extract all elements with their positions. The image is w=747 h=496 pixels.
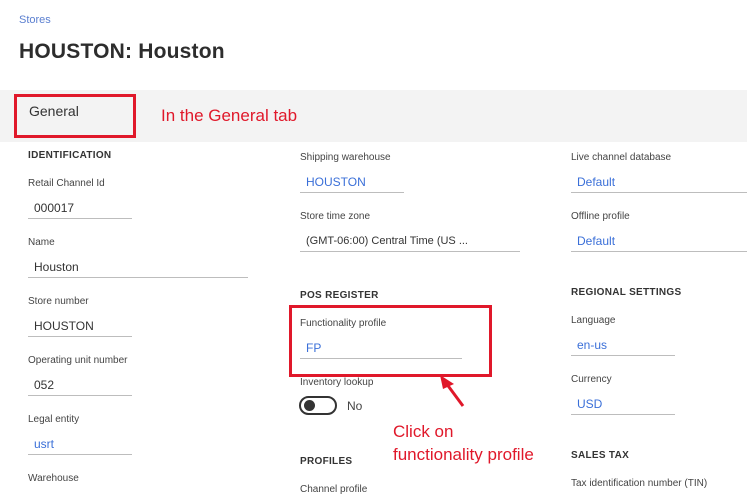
currency-field[interactable]: USD xyxy=(571,393,675,415)
regional-settings-heading: REGIONAL SETTINGS xyxy=(571,287,682,298)
live-channel-database-label: Live channel database xyxy=(571,152,672,163)
annotation-click-line1: Click on xyxy=(393,422,454,441)
annotation-click-line2: functionality profile xyxy=(393,445,534,464)
offline-profile-label: Offline profile xyxy=(571,211,630,222)
annotation-general-tab: In the General tab xyxy=(161,106,298,125)
currency-label: Currency xyxy=(571,374,612,385)
annotation-arrow-icon xyxy=(440,375,465,407)
retail-channel-id-field[interactable]: 000017 xyxy=(28,197,132,219)
live-channel-database-value: Default xyxy=(577,175,616,189)
profiles-heading: PROFILES xyxy=(300,456,353,467)
name-field[interactable]: Houston xyxy=(28,256,248,278)
tax-identification-number-label: Tax identification number (TIN) xyxy=(571,478,708,489)
breadcrumb-stores[interactable]: Stores xyxy=(19,14,51,26)
store-time-zone-label: Store time zone xyxy=(300,211,371,222)
store-number-field[interactable]: HOUSTON xyxy=(28,315,132,337)
shipping-warehouse-label: Shipping warehouse xyxy=(300,152,391,163)
offline-profile-value: Default xyxy=(577,234,616,248)
toggle-knob xyxy=(304,400,315,411)
operating-unit-number-label: Operating unit number xyxy=(28,355,128,366)
legal-entity-label: Legal entity xyxy=(28,414,80,425)
page-title: HOUSTON: Houston xyxy=(19,40,225,63)
store-time-zone-field[interactable]: (GMT-06:00) Central Time (US ... xyxy=(300,230,520,252)
functionality-profile-highlight-box xyxy=(289,305,492,377)
shipping-warehouse-field[interactable]: HOUSTON xyxy=(300,171,404,193)
channel-profile-label: Channel profile xyxy=(300,484,368,495)
warehouse-label: Warehouse xyxy=(28,473,79,484)
operating-unit-number-field[interactable]: 052 xyxy=(28,374,132,396)
language-label: Language xyxy=(571,315,616,326)
pos-register-heading: POS REGISTER xyxy=(300,290,379,301)
offline-profile-field[interactable]: Default xyxy=(571,230,747,252)
retail-channel-id-label: Retail Channel Id xyxy=(28,178,105,189)
inventory-lookup-toggle-state: No xyxy=(347,399,363,413)
name-label: Name xyxy=(28,237,55,248)
language-field[interactable]: en-us xyxy=(571,334,675,356)
general-tab-highlight-box xyxy=(14,94,136,138)
sales-tax-heading: SALES TAX xyxy=(571,450,630,461)
live-channel-database-field[interactable]: Default xyxy=(571,171,747,193)
inventory-lookup-toggle[interactable] xyxy=(299,396,337,415)
identification-heading: IDENTIFICATION xyxy=(28,150,112,161)
legal-entity-field[interactable]: usrt xyxy=(28,433,132,455)
inventory-lookup-label: Inventory lookup xyxy=(300,377,374,388)
store-number-label: Store number xyxy=(28,296,89,307)
